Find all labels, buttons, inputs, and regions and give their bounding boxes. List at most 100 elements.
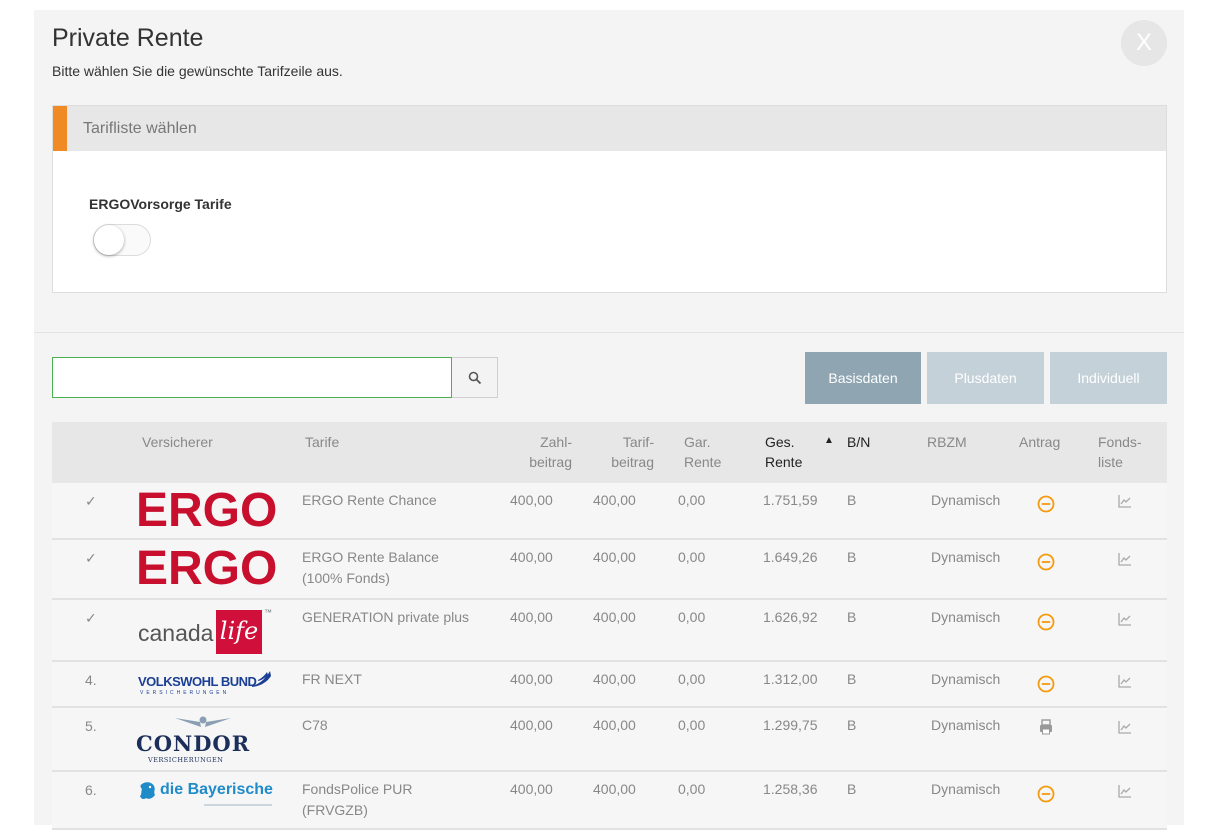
search-icon xyxy=(468,371,481,384)
gar-rente-value: 0,00 xyxy=(678,549,706,565)
tarif-name-line1: GENERATION private plus xyxy=(302,609,470,625)
bn-value: B xyxy=(847,492,857,508)
row-check-icon: ✓ xyxy=(85,550,97,566)
gar-rente-value: 0,00 xyxy=(678,671,706,687)
col-zahlbeitrag-line1: Zahl- xyxy=(540,434,572,450)
col-bn[interactable]: B/N xyxy=(847,432,870,452)
insurer-logo-die-bayerische: die Bayerische xyxy=(136,780,276,812)
rbzm-value: Dynamisch xyxy=(931,549,1001,565)
zahlbeitrag-value: 400,00 xyxy=(510,549,553,565)
col-tarife[interactable]: Tarife xyxy=(305,432,339,452)
ges-rente-value: 1.649,26 xyxy=(763,549,818,565)
volkswohl-bund-logo-swoosh xyxy=(252,671,271,687)
tarif-name: GENERATION private plus xyxy=(302,607,492,628)
zahlbeitrag-value: 400,00 xyxy=(510,671,553,687)
tarif-name: FR NEXT xyxy=(302,669,492,690)
printer-icon[interactable] xyxy=(1037,718,1055,736)
e-application-icon[interactable] xyxy=(1037,613,1055,631)
search-input[interactable] xyxy=(52,357,452,398)
tarif-name: ERGO Rente Balance (100% Fonds) xyxy=(302,547,492,589)
ges-rente-value: 1.626,92 xyxy=(763,609,818,625)
chart-icon[interactable] xyxy=(1117,673,1133,689)
close-icon: X xyxy=(1135,29,1152,56)
condor-logo-subtext: VERSICHERUNGEN xyxy=(148,756,224,764)
toggle-knob xyxy=(94,225,124,255)
bn-value: B xyxy=(847,781,857,797)
chart-icon[interactable] xyxy=(1117,551,1133,567)
table-row[interactable]: ✓ canada life ™ GENERATION private plus … xyxy=(52,600,1167,662)
ges-rente-value: 1.312,00 xyxy=(763,671,818,687)
tarifbeitrag-value: 400,00 xyxy=(593,549,636,565)
insurer-logo-ergo: ERGO xyxy=(136,484,278,537)
col-ges-rente-line2: Rente xyxy=(765,454,803,470)
insurer-logo-volkswohl-bund: VOLKSWOHL BUND VERSICHERUNGEN xyxy=(136,670,276,700)
ergo-vorsorge-toggle[interactable] xyxy=(93,224,151,256)
table-row[interactable]: 5. CONDOR VERSICHERUNGEN C78 400,00 400,… xyxy=(52,708,1167,772)
row-check-icon: ✓ xyxy=(85,610,97,626)
tarif-name-line1: C78 xyxy=(302,717,328,733)
search-bar xyxy=(52,357,498,398)
col-rbzm[interactable]: RBZM xyxy=(927,432,967,452)
tarif-name-line2: (100% Fonds) xyxy=(302,570,390,586)
condor-logo-text: CONDOR xyxy=(136,731,251,756)
bayerische-logo-lion xyxy=(140,782,155,800)
insurer-logo-condor: CONDOR VERSICHERUNGEN xyxy=(136,714,276,770)
sort-ascending-icon[interactable]: ▲ xyxy=(824,431,834,451)
tarifbeitrag-value: 400,00 xyxy=(593,492,636,508)
individuell-button[interactable]: Individuell xyxy=(1050,352,1167,404)
bn-value: B xyxy=(847,609,857,625)
zahlbeitrag-value: 400,00 xyxy=(510,609,553,625)
gar-rente-value: 0,00 xyxy=(678,609,706,625)
rbzm-value: Dynamisch xyxy=(931,781,1001,797)
tarif-name-line1: FR NEXT xyxy=(302,671,362,687)
canada-life-logo-badge: life xyxy=(216,610,262,654)
col-tarifbeitrag[interactable]: Tarif- beitrag xyxy=(604,432,654,472)
ges-rente-value: 1.751,59 xyxy=(763,492,818,508)
chart-icon[interactable] xyxy=(1117,493,1133,509)
bn-value: B xyxy=(847,671,857,687)
col-versicherer[interactable]: Versicherer xyxy=(142,432,213,452)
col-zahlbeitrag[interactable]: Zahl- beitrag xyxy=(522,432,572,472)
close-button[interactable]: X xyxy=(1121,20,1167,66)
col-fondsliste-line2: liste xyxy=(1098,454,1123,470)
tariff-list-header: Tarifliste wählen xyxy=(53,106,1166,151)
e-application-icon[interactable] xyxy=(1037,553,1055,571)
rbzm-value: Dynamisch xyxy=(931,492,1001,508)
ges-rente-value: 1.299,75 xyxy=(763,717,818,733)
search-button[interactable] xyxy=(452,357,498,398)
table-row[interactable]: ✓ ERGO ERGO Rente Chance 400,00 400,00 0… xyxy=(52,483,1167,540)
e-application-icon[interactable] xyxy=(1037,675,1055,693)
section-divider xyxy=(34,332,1184,333)
col-antrag: Antrag xyxy=(1019,434,1061,450)
insurer-logo-ergo: ERGO xyxy=(136,542,278,595)
chart-icon[interactable] xyxy=(1117,783,1133,799)
dialog-title: Private Rente xyxy=(52,24,204,52)
row-index: 6. xyxy=(85,782,97,798)
col-gar-rente-line2: Rente xyxy=(684,454,722,470)
ergo-vorsorge-toggle-label: ERGOVorsorge Tarife xyxy=(89,196,232,212)
bn-value: B xyxy=(847,549,857,565)
ges-rente-value: 1.258,36 xyxy=(763,781,818,797)
tarif-name-line1: FondsPolice PUR xyxy=(302,781,413,797)
chart-icon[interactable] xyxy=(1117,719,1133,735)
tarif-name: FondsPolice PUR (FRVGZB) xyxy=(302,779,492,821)
col-tarifbeitrag-line1: Tarif- xyxy=(622,434,654,450)
col-zahlbeitrag-line2: beitrag xyxy=(529,454,572,470)
table-row[interactable]: 6. die Bayerische FondsPolice PUR (FRVGZ… xyxy=(52,772,1167,830)
col-tarifbeitrag-line2: beitrag xyxy=(611,454,654,470)
row-check-icon: ✓ xyxy=(85,493,97,509)
col-gar-rente[interactable]: Gar. Rente xyxy=(684,432,721,472)
e-application-icon[interactable] xyxy=(1037,495,1055,513)
table-row[interactable]: ✓ ERGO ERGO Rente Balance (100% Fonds) 4… xyxy=(52,540,1167,600)
tarifbeitrag-value: 400,00 xyxy=(593,717,636,733)
tarif-name: C78 xyxy=(302,715,492,736)
col-ges-rente[interactable]: Ges. Rente xyxy=(765,432,802,472)
basisdaten-button[interactable]: Basisdaten xyxy=(805,352,921,404)
table-row[interactable]: 4. VOLKSWOHL BUND VERSICHERUNGEN FR NEXT… xyxy=(52,662,1167,708)
plusdaten-button[interactable]: Plusdaten xyxy=(927,352,1044,404)
rbzm-value: Dynamisch xyxy=(931,671,1001,687)
tarif-name-line1: ERGO Rente Balance xyxy=(302,549,439,565)
e-application-icon[interactable] xyxy=(1037,785,1055,803)
chart-icon[interactable] xyxy=(1117,611,1133,627)
dialog-subtitle: Bitte wählen Sie die gewünschte Tarifzei… xyxy=(52,63,343,79)
